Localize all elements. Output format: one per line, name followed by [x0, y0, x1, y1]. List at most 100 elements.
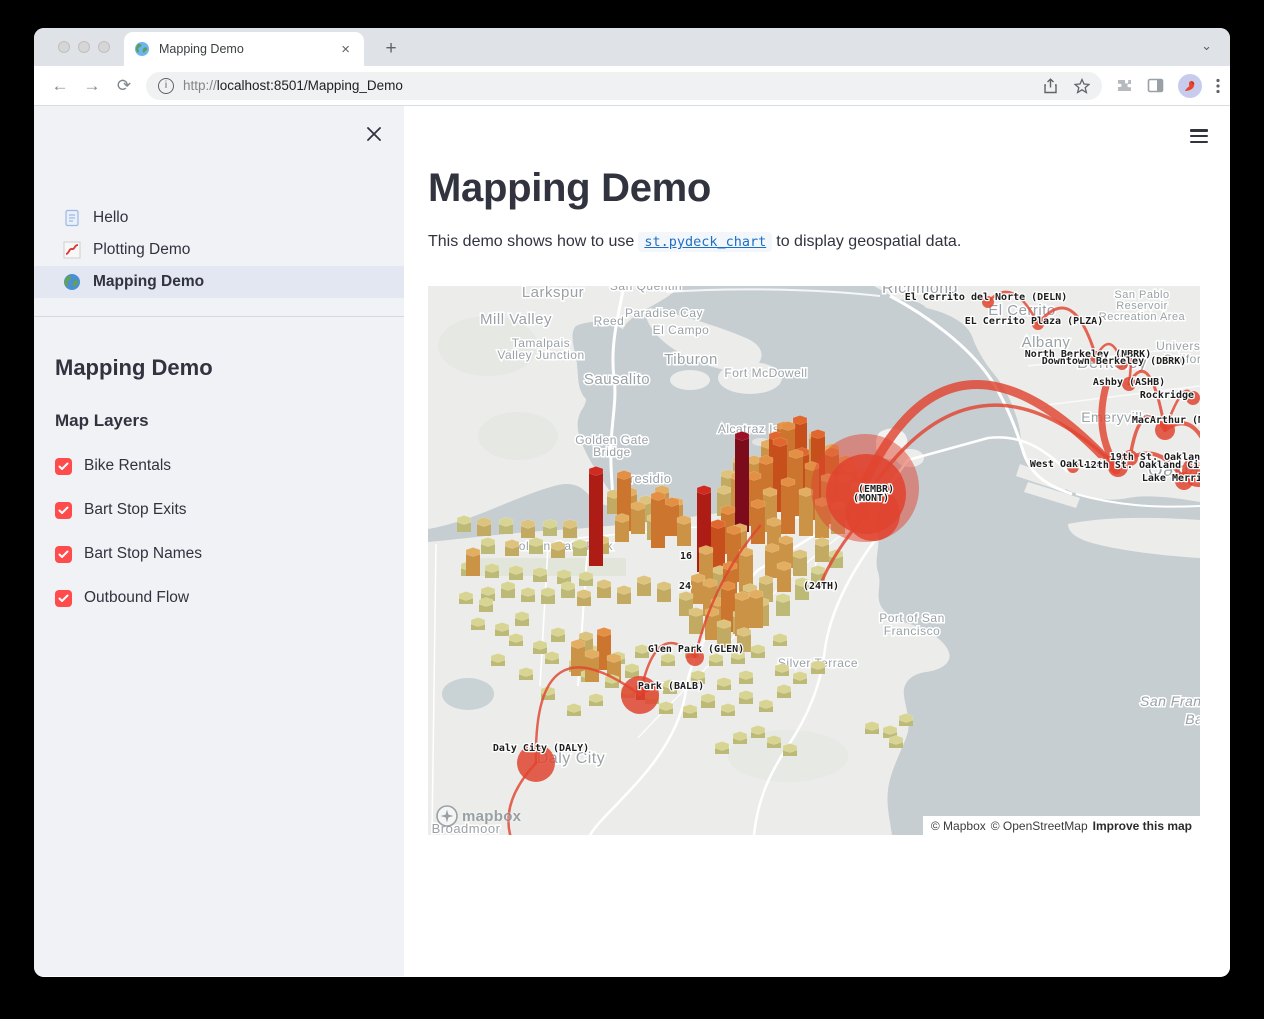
address-bar[interactable]: i http://localhost:8501/Mapping_Demo [146, 72, 1102, 100]
browser-tab[interactable]: Mapping Demo × [124, 32, 364, 66]
window-controls[interactable] [58, 41, 110, 53]
svg-text:Recreation Area: Recreation Area [1099, 311, 1186, 323]
svg-text:Port of San: Port of San [879, 611, 945, 625]
sidebar-item-label: Hello [93, 209, 128, 227]
svg-text:Lake Merritt: Lake Merritt [1142, 472, 1200, 484]
map-canvas: San Quentin Larkspur Mill Valley ReedParadi… [428, 286, 1200, 835]
intro-text: This demo shows how to usest.pydeck_char… [428, 233, 1230, 251]
svg-text:16: 16 [680, 551, 692, 562]
svg-text:Valley Junction: Valley Junction [497, 348, 584, 362]
tab-title: Mapping Demo [159, 42, 337, 56]
checkbox-outbound-flow[interactable]: Outbound Flow [55, 589, 404, 607]
svg-text:Tiburon: Tiburon [664, 351, 718, 368]
tab-close-icon[interactable]: × [337, 40, 354, 59]
sidebar-nav: Hello Plotting Demo Mapping Demo [34, 202, 404, 298]
url-scheme: http:// [183, 78, 217, 93]
sidebar: Hello Plotting Demo Mapping Demo Mapping… [34, 106, 404, 976]
tab-search-chevron-icon[interactable]: ⌄ [1201, 38, 1212, 54]
sidebar-title: Mapping Demo [55, 355, 404, 381]
pydeck-chart-code-link[interactable]: st.pydeck_chart [638, 232, 772, 252]
svg-text:Reed: Reed [594, 314, 625, 328]
sidebar-divider [34, 316, 404, 317]
sidebar-item-mapping-demo[interactable]: Mapping Demo [34, 266, 404, 298]
back-button[interactable]: ← [46, 72, 74, 100]
svg-text:Bay: Bay [1185, 711, 1200, 727]
mapbox-logo-text: mapbox [462, 808, 521, 825]
url-text: localhost:8501/Mapping_Demo [217, 78, 403, 93]
svg-text:El Campo: El Campo [653, 323, 710, 337]
new-tab-button[interactable]: + [378, 36, 404, 62]
share-icon[interactable] [1043, 78, 1058, 94]
document-icon [63, 209, 81, 227]
sidebar-close-icon[interactable] [364, 124, 384, 144]
svg-text:San Francisco: San Francisco [1140, 693, 1200, 709]
forward-button[interactable]: → [78, 72, 106, 100]
checkbox-checked-icon[interactable] [55, 546, 72, 563]
checkbox-bart-stop-exits[interactable]: Bart Stop Exits [55, 501, 404, 519]
checkbox-label: Bike Rentals [84, 457, 171, 475]
main-content: Mapping Demo This demo shows how to uses… [404, 106, 1230, 976]
browser-window: Mapping Demo × + ⌄ ← → ⟳ i http://localh… [34, 28, 1230, 977]
svg-text:12th St. Oakland City: 12th St. Oakland City [1085, 459, 1200, 471]
zoom-window-button[interactable] [98, 41, 110, 53]
checkbox-checked-icon[interactable] [55, 458, 72, 475]
bird-avatar-icon [1182, 79, 1198, 93]
svg-text:Francisco: Francisco [884, 624, 941, 638]
svg-text:Paradise Cay: Paradise Cay [625, 306, 703, 320]
checkbox-checked-icon[interactable] [55, 502, 72, 519]
svg-text:Mill Valley: Mill Valley [480, 311, 552, 328]
svg-text:Glen Park (GLEN): Glen Park (GLEN) [648, 644, 744, 655]
sidebar-item-plotting-demo[interactable]: Plotting Demo [34, 234, 404, 266]
svg-text:El Cerrito del Norte (DELN): El Cerrito del Norte (DELN) [905, 291, 1068, 303]
site-info-icon[interactable]: i [158, 78, 174, 94]
svg-text:EL Cerrito Plaza (PLZA): EL Cerrito Plaza (PLZA) [965, 315, 1103, 327]
bookmark-star-icon[interactable] [1074, 78, 1090, 94]
pydeck-map[interactable]: San Quentin Larkspur Mill Valley ReedParadi… [428, 286, 1200, 835]
sidebar-item-hello[interactable]: Hello [34, 202, 404, 234]
mapbox-logo[interactable]: mapbox [436, 805, 521, 827]
sidebar-item-label: Plotting Demo [93, 241, 190, 259]
browser-toolbar: ← → ⟳ i http://localhost:8501/Mapping_De… [34, 66, 1230, 106]
svg-text:Park (BALB): Park (BALB) [638, 681, 704, 692]
checkbox-label: Bart Stop Exits [84, 501, 187, 519]
reload-button[interactable]: ⟳ [110, 72, 138, 100]
svg-text:(MONT): (MONT) [853, 493, 889, 504]
svg-text:MacArthur (MCAR): MacArthur (MCAR) [1132, 415, 1200, 426]
extensions-puzzle-icon[interactable] [1116, 77, 1133, 94]
globe-icon [63, 273, 81, 291]
svg-text:Ashby (ASHB): Ashby (ASHB) [1093, 377, 1165, 388]
checkbox-bike-rentals[interactable]: Bike Rentals [55, 457, 404, 475]
checkbox-bart-stop-names[interactable]: Bart Stop Names [55, 545, 404, 563]
line-chart-icon [63, 241, 81, 259]
svg-text:Fort McDowell: Fort McDowell [724, 366, 807, 380]
attribution-mapbox-link[interactable]: © Mapbox [931, 819, 986, 833]
improve-map-link[interactable]: Improve this map [1093, 819, 1192, 833]
minimize-window-button[interactable] [78, 41, 90, 53]
svg-text:Larkspur: Larkspur [522, 286, 584, 301]
map-attribution: © Mapbox © OpenStreetMap Improve this ma… [923, 816, 1200, 835]
app-menu-hamburger-icon[interactable] [1190, 126, 1208, 146]
svg-text:Bridge: Bridge [593, 445, 631, 459]
side-panel-icon[interactable] [1147, 77, 1164, 94]
tab-strip: Mapping Demo × + ⌄ [34, 28, 1230, 66]
checkbox-label: Outbound Flow [84, 589, 189, 607]
svg-text:24: 24 [679, 581, 691, 592]
checkbox-label: Bart Stop Names [84, 545, 202, 563]
svg-text:Downtown Berkeley (DBRK): Downtown Berkeley (DBRK) [1042, 356, 1187, 367]
svg-text:San Quentin: San Quentin [610, 286, 682, 293]
streamlit-app: Hello Plotting Demo Mapping Demo Mapping… [34, 106, 1230, 976]
svg-text:(24TH): (24TH) [803, 581, 839, 592]
sidebar-item-label: Mapping Demo [93, 273, 204, 291]
map-layers-heading: Map Layers [55, 411, 404, 431]
page-title: Mapping Demo [428, 166, 1230, 211]
globe-favicon-icon [134, 41, 150, 57]
profile-avatar[interactable] [1178, 74, 1202, 98]
checkbox-checked-icon[interactable] [55, 590, 72, 607]
svg-text:Daly City (DALY): Daly City (DALY) [493, 742, 589, 754]
close-window-button[interactable] [58, 41, 70, 53]
svg-text:Rockridge (ROCK): Rockridge (ROCK) [1140, 389, 1200, 401]
browser-menu-kebab-icon[interactable] [1216, 78, 1220, 94]
svg-text:University: University [1156, 339, 1200, 353]
attribution-osm-link[interactable]: © OpenStreetMap [991, 819, 1088, 833]
svg-text:Sausalito: Sausalito [584, 371, 650, 388]
